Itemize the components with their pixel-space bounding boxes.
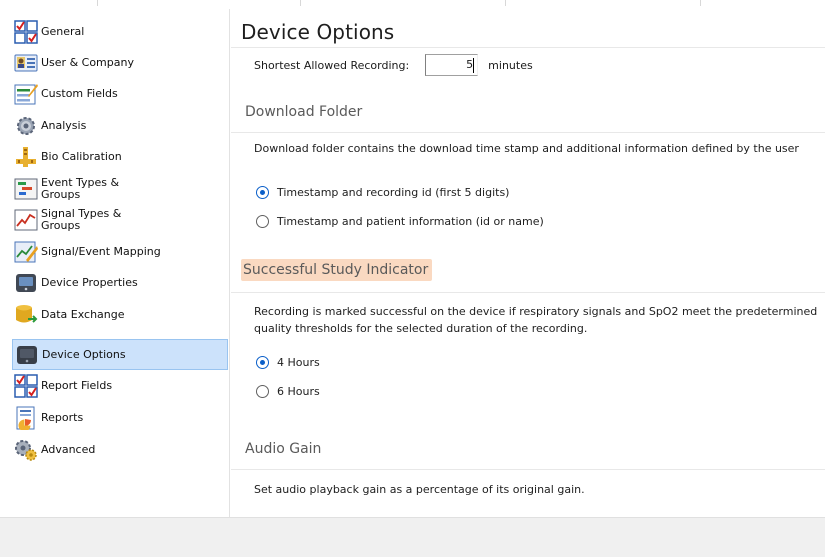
divider [231,132,825,133]
radio-6-hours[interactable]: 6 Hours [256,385,320,398]
signal-types-icon [14,209,38,230]
radio-button-selected[interactable] [256,186,269,199]
sidebar-item-label: Custom Fields [41,86,118,100]
radio-4-hours[interactable]: 4 Hours [256,356,320,369]
sidebar-item-signal-types-groups[interactable]: Signal Types & Groups [12,204,228,235]
sidebar-item-custom-fields[interactable]: Custom Fields [12,78,228,109]
radio-button-selected[interactable] [256,356,269,369]
device-options-panel: Device Options Shortest Allowed Recordin… [231,9,825,517]
tab-divider [300,0,301,6]
sidebar-item-report-fields[interactable]: Report Fields [12,370,228,401]
user-card-icon [14,54,38,71]
shortest-recording-unit: minutes [488,58,533,72]
divider [231,469,825,470]
reports-document-icon [16,406,35,430]
shortest-recording-input[interactable]: 5 [425,54,479,76]
successful-study-heading: Successful Study Indicator [241,259,433,281]
top-strip [0,0,825,9]
sidebar-item-general[interactable]: General [12,16,228,47]
radio-timestamp-recording-id[interactable]: Timestamp and recording id (first 5 digi… [256,186,509,199]
sidebar-item-label: Advanced [41,442,96,456]
text-caret [473,58,475,73]
radio-label: 4 Hours [277,356,320,369]
sidebar-item-label: Signal/Event Mapping [41,244,161,258]
download-folder-heading: Download Folder [245,104,363,120]
footer-bar [0,517,825,557]
sidebar-item-analysis[interactable]: Analysis [12,110,228,141]
tab-divider [97,0,98,6]
signal-event-mapping-icon [14,241,38,262]
report-fields-checklist-icon [14,373,38,398]
analysis-gears-icon [17,116,35,135]
custom-fields-form-icon [14,83,38,104]
audio-gain-heading: Audio Gain [245,441,322,457]
sidebar-item-data-exchange[interactable]: Data Exchange [12,299,228,330]
radio-timestamp-patient-info[interactable]: Timestamp and patient information (id or… [256,215,544,228]
sidebar-item-label: Analysis [41,118,87,132]
advanced-gears-icon [15,439,37,461]
sidebar-item-label: Device Options [42,347,126,361]
sidebar-item-label: Signal Types & Groups [41,206,122,232]
sidebar-item-label: Report Fields [41,378,113,392]
radio-label: Timestamp and recording id (first 5 digi… [277,186,510,199]
page-title: Device Options [241,20,395,44]
radio-label: Timestamp and patient information (id or… [277,215,544,228]
tab-divider [505,0,506,6]
sidebar-item-label: General [41,24,85,38]
sidebar-item-label: Reports [41,410,84,424]
device-properties-icon [16,273,36,292]
shortest-recording-value: 5 [466,58,474,71]
radio-label: 6 Hours [277,385,320,398]
sidebar-item-label: Event Types & Groups [41,175,120,201]
tab-divider [700,0,701,6]
divider [231,292,825,293]
bio-calibration-icon [16,146,36,167]
sidebar-item-device-properties[interactable]: Device Properties [12,267,228,298]
audio-gain-description: Set audio playback gain as a percentage … [254,483,585,496]
device-options-icon [17,345,37,364]
data-exchange-database-icon [16,304,38,323]
sidebar-item-user-company[interactable]: User & Company [12,47,228,78]
sidebar-item-label: Device Properties [41,275,138,289]
sidebar-item-bio-calibration[interactable]: Bio Calibration [12,141,228,172]
shortest-recording-label: Shortest Allowed Recording: [254,58,410,72]
successful-study-description: Recording is marked successful on the de… [254,305,818,335]
divider [231,47,825,48]
radio-button[interactable] [256,385,269,398]
sidebar-item-reports[interactable]: Reports [12,402,228,433]
sidebar-item-advanced[interactable]: Advanced [12,434,228,465]
general-checklist-icon [14,19,38,44]
sidebar-item-label: User & Company [41,55,134,69]
sidebar: General User & Company Custom Fields Ana… [0,9,230,517]
event-types-icon [14,178,38,199]
shortest-recording-row: Shortest Allowed Recording: 5 minutes [254,53,533,77]
sidebar-item-label: Data Exchange [41,307,125,321]
download-folder-description: Download folder contains the download ti… [254,142,799,155]
sidebar-item-label: Bio Calibration [41,149,122,163]
radio-button[interactable] [256,215,269,228]
sidebar-item-signal-event-mapping[interactable]: Signal/Event Mapping [12,236,228,267]
sidebar-item-event-types-groups[interactable]: Event Types & Groups [12,173,228,204]
sidebar-item-device-options[interactable]: Device Options [12,339,228,370]
